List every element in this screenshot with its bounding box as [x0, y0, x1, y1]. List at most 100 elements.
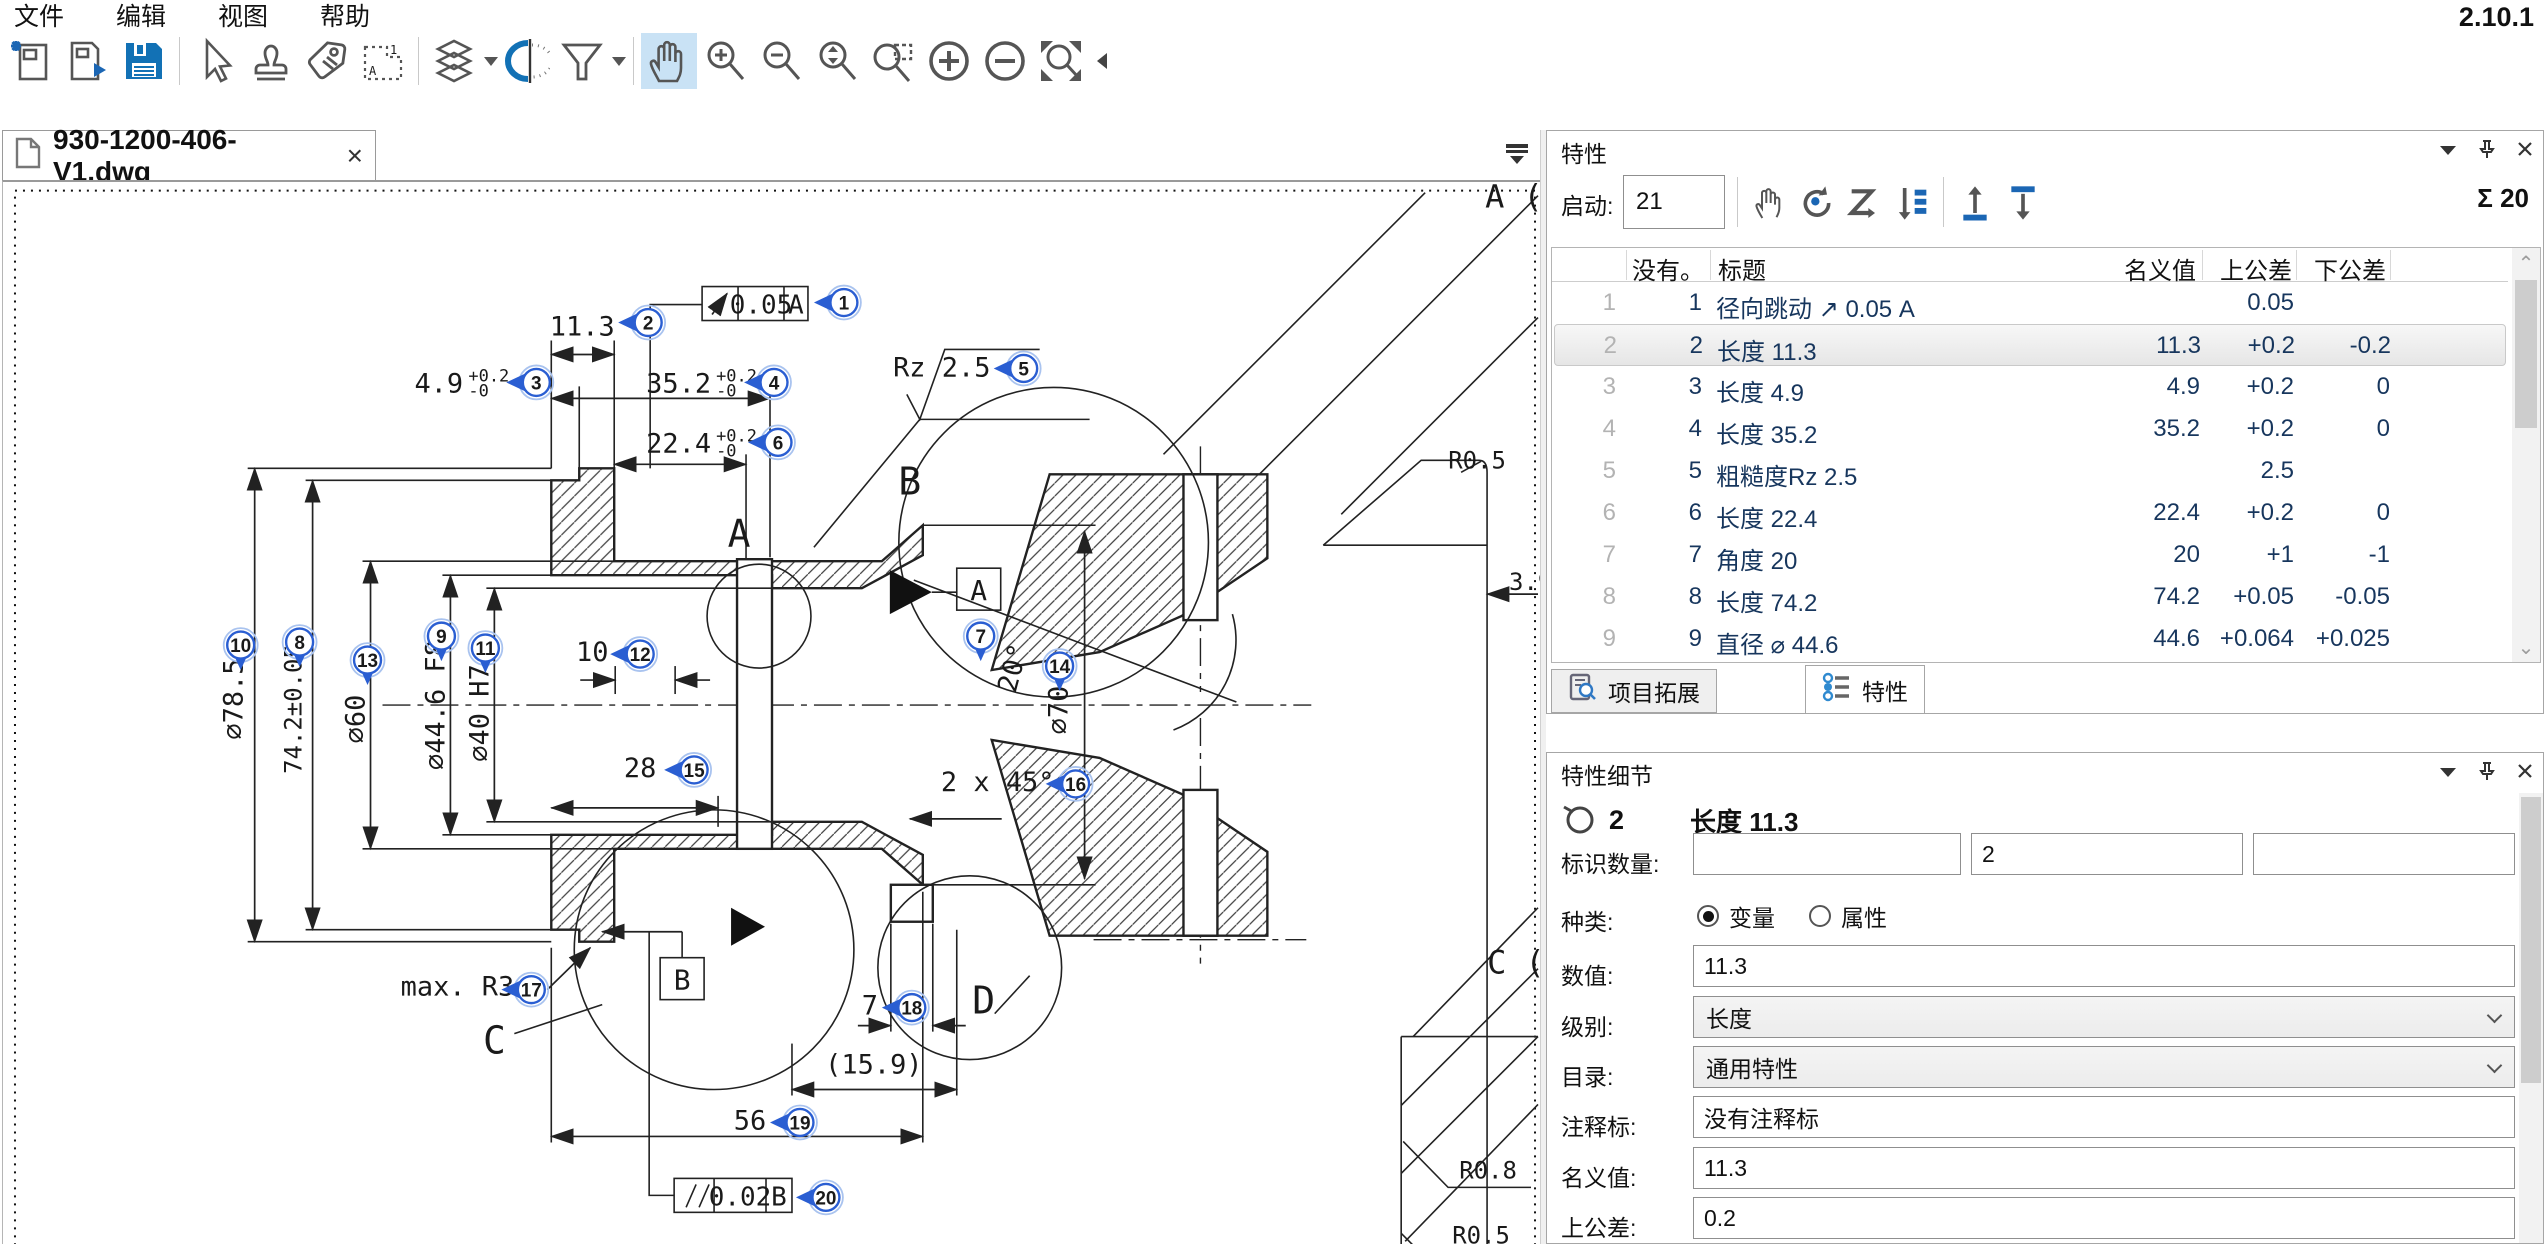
balloon-7[interactable]: 7: [964, 619, 998, 661]
renumber-icon[interactable]: [1793, 179, 1841, 227]
header-nominal[interactable]: 名义值: [2108, 251, 2196, 286]
drawing-text: A: [728, 512, 751, 556]
table-row[interactable]: 44长度 35.235.2+0.20: [1554, 408, 2506, 450]
start-number-input[interactable]: [1623, 175, 1725, 229]
layers-tool[interactable]: [426, 33, 482, 89]
zoom-window-tool[interactable]: [865, 33, 921, 89]
balloon-19[interactable]: 19: [770, 1105, 817, 1139]
pan-tool[interactable]: [641, 33, 697, 89]
balloon-2[interactable]: 2: [618, 306, 665, 340]
table-row[interactable]: 33长度 4.94.9+0.20: [1554, 366, 2506, 408]
pick-hand-icon[interactable]: [1745, 179, 1793, 227]
select-tool[interactable]: [187, 33, 243, 89]
panel-close-icon[interactable]: [2517, 763, 2533, 784]
save-button[interactable]: [116, 33, 172, 89]
kind-radio-attribute[interactable]: 属性: [1809, 899, 1887, 933]
engineering-drawing: 11.34.9+0.2-035.2+0.2-022.4+0.2-0Rz 2.5A…: [3, 182, 1540, 1244]
balloon-12[interactable]: 12: [610, 637, 657, 671]
note-input[interactable]: [1693, 1096, 2515, 1138]
table-row[interactable]: 77角度 2020+1-1: [1554, 534, 2506, 576]
tab-close-icon[interactable]: ×: [347, 140, 363, 172]
header-lower[interactable]: 下公差: [2302, 251, 2386, 286]
svg-text:12: 12: [630, 645, 651, 666]
drawing-text: 0.05: [730, 291, 793, 321]
table-row[interactable]: 99直径 ⌀ 44.644.6+0.064+0.025: [1554, 618, 2506, 660]
scroll-up-icon[interactable]: ⌃: [2512, 248, 2540, 278]
panel-close-icon[interactable]: [2517, 141, 2533, 162]
document-tab[interactable]: 930-1200-406-V1.dwg ×: [2, 130, 376, 180]
menu-edit[interactable]: 编辑: [116, 0, 166, 33]
decrease-button[interactable]: [977, 33, 1033, 89]
value-input[interactable]: [1693, 945, 2515, 987]
tab-project-extension[interactable]: 项目拓展: [1551, 669, 1717, 713]
id-quantity-input-3[interactable]: [2253, 833, 2515, 875]
capture-region-tool[interactable]: 1A: [355, 33, 411, 89]
panel-dropdown-icon[interactable]: [2439, 765, 2457, 783]
panel-pin-icon[interactable]: [2479, 139, 2495, 164]
layers-dropdown-caret[interactable]: [484, 57, 498, 66]
balloon-20[interactable]: 20: [796, 1180, 843, 1214]
table-scroll-thumb[interactable]: [2515, 280, 2537, 428]
table-cell: +0.2: [2202, 499, 2294, 527]
drawing-text: Rz 2.5: [893, 352, 990, 383]
balloon-5[interactable]: 5: [994, 351, 1041, 385]
z-order-icon[interactable]: [1841, 179, 1889, 227]
table-row[interactable]: 88长度 74.274.2+0.05-0.05: [1554, 576, 2506, 618]
balloon-13[interactable]: 13: [351, 643, 385, 685]
panel-pin-icon[interactable]: [2479, 761, 2495, 786]
level-dropdown[interactable]: 长度: [1693, 996, 2515, 1038]
table-cell: 角度 20: [1716, 541, 2088, 576]
scroll-down-icon[interactable]: ⌄: [2512, 632, 2540, 662]
tag-tool[interactable]: [299, 33, 355, 89]
panel-dropdown-icon[interactable]: [2439, 143, 2457, 161]
mirror-tool[interactable]: [498, 33, 554, 89]
svg-text:18: 18: [901, 999, 922, 1020]
header-no[interactable]: 没有。: [1632, 251, 1704, 286]
collapse-toolbar-button[interactable]: [1089, 33, 1115, 89]
menu-help[interactable]: 帮助: [320, 0, 370, 33]
id-quantity-input-2[interactable]: [1971, 833, 2243, 875]
new-document-button[interactable]: [4, 33, 60, 89]
zoom-vertical-tool[interactable]: [809, 33, 865, 89]
table-scrollbar[interactable]: ⌃ ⌄: [2512, 248, 2540, 662]
zoom-out-tool[interactable]: [753, 33, 809, 89]
zoom-fit-tool[interactable]: [1033, 33, 1089, 89]
stamp-tool[interactable]: [243, 33, 299, 89]
kind-radio-variable[interactable]: 变量: [1697, 899, 1775, 933]
balloon-18[interactable]: 18: [882, 991, 929, 1025]
table-row[interactable]: 11径向跳动 ↗ 0.05 A0.05: [1554, 282, 2506, 324]
menu-file[interactable]: 文件: [14, 0, 64, 33]
details-scrollbar[interactable]: [2519, 793, 2543, 1243]
nominal-input[interactable]: [1693, 1147, 2515, 1189]
category-dropdown[interactable]: 通用特性: [1693, 1046, 2515, 1088]
menu-view[interactable]: 视图: [218, 0, 268, 33]
filter-dropdown-caret[interactable]: [612, 57, 626, 66]
tab-characteristics[interactable]: 特性: [1805, 665, 1925, 713]
upper-tolerance-input[interactable]: [1693, 1197, 2515, 1239]
id-quantity-input-1[interactable]: [1693, 833, 1961, 875]
drawing-text: 11.3: [550, 311, 615, 342]
import-icon[interactable]: [1951, 179, 1999, 227]
open-document-button[interactable]: [60, 33, 116, 89]
export-icon[interactable]: [1999, 179, 2047, 227]
sort-list-icon[interactable]: [1889, 179, 1937, 227]
table-row[interactable]: 22长度 11.311.3+0.2-0.2: [1554, 324, 2506, 366]
tab-list-button[interactable]: [1498, 136, 1536, 170]
balloon-1[interactable]: 1: [814, 286, 861, 320]
increase-button[interactable]: [921, 33, 977, 89]
balloon-15[interactable]: 15: [664, 753, 711, 787]
table-row[interactable]: 55粗糙度Rz 2.52.5: [1554, 450, 2506, 492]
filter-tool[interactable]: [554, 33, 610, 89]
header-upper[interactable]: 上公差: [2208, 251, 2292, 286]
level-label: 级别:: [1561, 1008, 1613, 1042]
drawing-text: max. R3: [401, 972, 515, 1003]
details-scroll-thumb[interactable]: [2521, 797, 2541, 1083]
table-cell: 20: [2084, 541, 2200, 569]
balloon-3[interactable]: 3: [506, 365, 553, 399]
zoom-in-tool[interactable]: [697, 33, 753, 89]
table-cell: 7: [1628, 541, 1702, 569]
header-title[interactable]: 标题: [1718, 251, 1766, 286]
table-row[interactable]: 66长度 22.422.4+0.20: [1554, 492, 2506, 534]
main-toolbar: 1A: [4, 32, 1115, 90]
drawing-canvas[interactable]: 11.34.9+0.2-035.2+0.2-022.4+0.2-0Rz 2.5A…: [2, 180, 1540, 1244]
